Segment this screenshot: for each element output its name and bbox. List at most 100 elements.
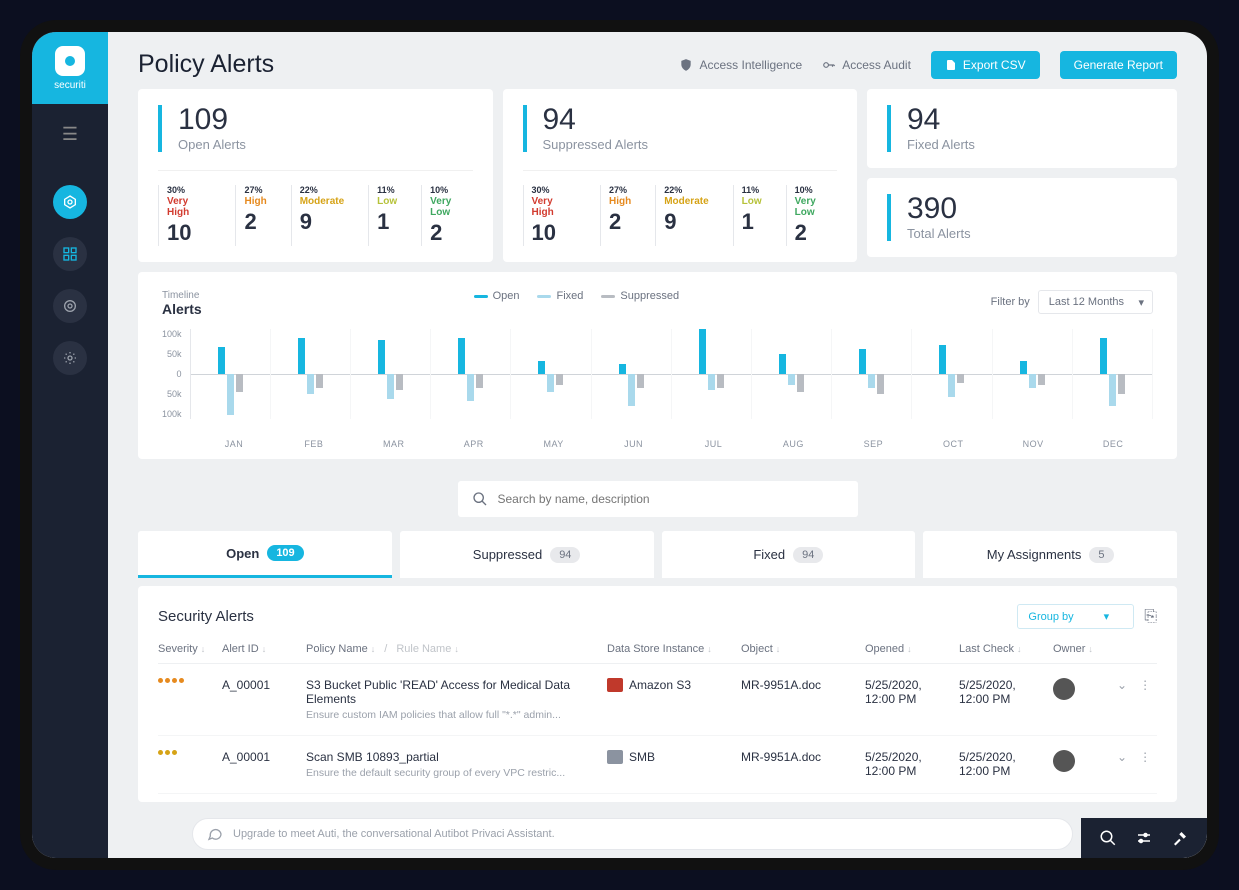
sliders-icon[interactable]: [1135, 829, 1153, 847]
cell-last-check: 5/25/2020, 12:00 PM: [959, 750, 1049, 778]
severity-item: 30%Very High10: [158, 185, 211, 246]
cell-policy: Scan SMB 10893_partialEnsure the default…: [306, 750, 603, 779]
chart-overline: Timeline: [162, 290, 474, 301]
severity-dots: [158, 750, 218, 755]
export-csv-button[interactable]: Export CSV: [931, 51, 1040, 79]
more-icon[interactable]: ⋮: [1139, 678, 1151, 692]
col-opened[interactable]: Opened↓: [865, 643, 955, 655]
generate-report-button[interactable]: Generate Report: [1060, 51, 1177, 79]
fixed-alerts-label: Fixed Alerts: [907, 137, 1157, 152]
nav-icon-dashboard[interactable]: [53, 237, 87, 271]
total-alerts-label: Total Alerts: [907, 226, 1157, 241]
card-fixed-alerts: 94 Fixed Alerts: [867, 89, 1177, 168]
chevron-down-icon[interactable]: ⌄: [1117, 750, 1127, 764]
table-body: A_00001 S3 Bucket Public 'READ' Access fo…: [158, 664, 1157, 794]
filter-select[interactable]: Last 12 Months ▾: [1038, 290, 1153, 314]
group-by-select[interactable]: Group by▾: [1017, 604, 1134, 629]
nav-icon-target[interactable]: [53, 289, 87, 323]
chart-legend: Open Fixed Suppressed: [474, 290, 680, 302]
col-policy[interactable]: Policy Name↓/Rule Name↓: [306, 643, 603, 655]
main-content: Policy Alerts Access Intelligence Access…: [108, 32, 1207, 858]
open-alerts-label: Open Alerts: [178, 137, 473, 152]
chart-y-axis: 100k50k050k100k: [162, 329, 190, 419]
table-row[interactable]: A_00001 S3 Bucket Public 'READ' Access fo…: [158, 664, 1157, 736]
open-alerts-count: 109: [178, 105, 473, 135]
col-severity[interactable]: Severity↓: [158, 643, 218, 655]
logo-icon: [55, 46, 85, 76]
search-icon: [472, 491, 488, 507]
search-icon[interactable]: [1099, 829, 1117, 847]
table-head: Severity↓ Alert ID↓ Policy Name↓/Rule Na…: [158, 629, 1157, 664]
copy-icon[interactable]: ⎘: [1144, 608, 1157, 626]
card-suppressed-alerts: 94 Suppressed Alerts 30%Very High10 27%Hi…: [503, 89, 858, 262]
col-object[interactable]: Object↓: [741, 643, 861, 655]
cell-datastore: Amazon S3: [607, 678, 737, 692]
severity-item: 11%Low1: [733, 185, 762, 246]
avatar: [1053, 678, 1075, 700]
table-title: Security Alerts: [158, 608, 1017, 625]
cell-owner: [1053, 750, 1113, 772]
link-access-intelligence[interactable]: Access Intelligence: [679, 58, 802, 72]
key-icon: [822, 58, 836, 72]
suppressed-severity-breakdown: 30%Very High10 27%High2 22%Moderate9 11%Low…: [523, 170, 838, 246]
severity-item: 22%Moderate9: [655, 185, 708, 246]
cell-opened: 5/25/2020, 12:00 PM: [865, 678, 955, 706]
severity-item: 10%Very Low2: [786, 185, 837, 246]
chevron-down-icon[interactable]: ⌄: [1117, 678, 1127, 692]
footer-tools: [1081, 818, 1207, 858]
auti-banner[interactable]: Upgrade to meet Auti, the conversational…: [192, 818, 1073, 850]
search-input[interactable]: [498, 492, 844, 506]
tab-open[interactable]: Open109: [138, 531, 392, 578]
cell-alert-id: A_00001: [222, 750, 302, 764]
severity-item: 11%Low1: [368, 185, 397, 246]
col-datastore[interactable]: Data Store Instance↓: [607, 643, 737, 655]
table-row[interactable]: A_00001 Scan SMB 10893_partialEnsure the …: [158, 736, 1157, 794]
col-last-check[interactable]: Last Check↓: [959, 643, 1049, 655]
brand-logo: securiti: [32, 32, 108, 104]
suppressed-alerts-count: 94: [543, 105, 838, 135]
sidebar: securiti ☰: [32, 32, 108, 858]
severity-item: 22%Moderate9: [291, 185, 344, 246]
suppressed-alerts-label: Suppressed Alerts: [543, 137, 838, 152]
col-owner[interactable]: Owner↓: [1053, 643, 1113, 655]
tab-suppressed[interactable]: Suppressed94: [400, 531, 654, 578]
tab-my-assignments[interactable]: My Assignments5: [923, 531, 1177, 578]
cell-owner: [1053, 678, 1113, 700]
severity-item: 27%High2: [600, 185, 631, 246]
footer: Upgrade to meet Auti, the conversational…: [108, 818, 1207, 858]
severity-item: 10%Very Low2: [421, 185, 472, 246]
more-icon[interactable]: ⋮: [1139, 750, 1151, 764]
cell-opened: 5/25/2020, 12:00 PM: [865, 750, 955, 778]
chat-icon: [207, 826, 223, 842]
cell-datastore: SMB: [607, 750, 737, 764]
page-title: Policy Alerts: [138, 50, 659, 79]
link-access-audit[interactable]: Access Audit: [822, 58, 911, 72]
filter-label: Filter by: [991, 296, 1030, 308]
avatar: [1053, 750, 1075, 772]
cell-object: MR-9951A.doc: [741, 750, 861, 764]
hammer-icon[interactable]: [1171, 829, 1189, 847]
col-alert-id[interactable]: Alert ID↓: [222, 643, 302, 655]
tab-fixed[interactable]: Fixed94: [662, 531, 916, 578]
search-box[interactable]: [458, 481, 858, 517]
severity-dots: [158, 678, 218, 683]
brand-name: securiti: [54, 80, 86, 91]
cell-last-check: 5/25/2020, 12:00 PM: [959, 678, 1049, 706]
chevron-down-icon: ▾: [1138, 296, 1144, 309]
file-icon: [945, 59, 957, 71]
chevron-down-icon: ▾: [1104, 610, 1110, 623]
open-severity-breakdown: 30%Very High1027%High222%Moderate911%Low…: [158, 170, 473, 246]
severity-item: 30%Very High10: [523, 185, 576, 246]
card-open-alerts: 109 Open Alerts 30%Very High1027%High222…: [138, 89, 493, 262]
nav-icon-policy[interactable]: [53, 185, 87, 219]
page-header: Policy Alerts Access Intelligence Access…: [108, 32, 1207, 89]
hamburger-icon[interactable]: ☰: [62, 124, 78, 145]
total-alerts-count: 390: [907, 194, 1157, 224]
timeline-chart-card: Timeline Alerts Open Fixed Suppressed Fi…: [138, 272, 1177, 459]
chart-x-axis: JANFEBMARAPRMAYJUNJULAUGSEPOCTNOVDEC: [194, 439, 1153, 449]
cell-alert-id: A_00001: [222, 678, 302, 692]
card-total-alerts: 390 Total Alerts: [867, 178, 1177, 257]
cell-object: MR-9951A.doc: [741, 678, 861, 692]
cell-policy: S3 Bucket Public 'READ' Access for Medic…: [306, 678, 603, 721]
nav-icon-settings[interactable]: [53, 341, 87, 375]
